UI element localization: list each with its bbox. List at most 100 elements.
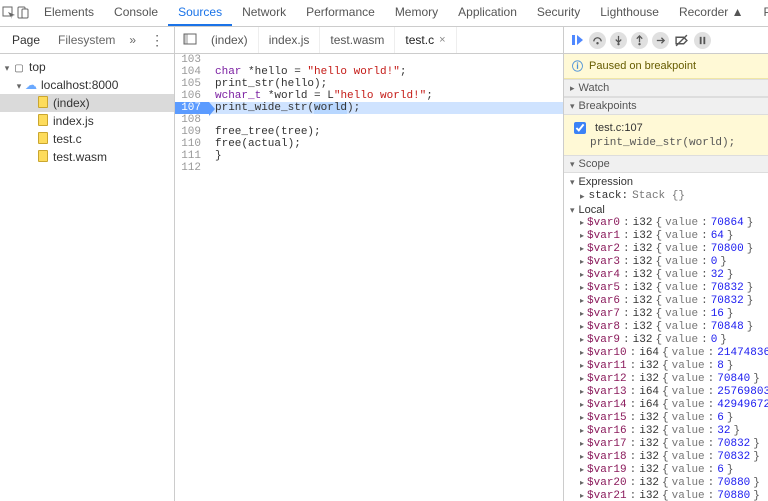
- top-tab-network[interactable]: Network: [232, 0, 296, 26]
- scope-variable[interactable]: $var18: i32 {value: 70832}: [564, 451, 768, 464]
- var-value: 16: [711, 308, 724, 321]
- navigator-menu-icon[interactable]: ⋮: [144, 32, 170, 49]
- scope-variable[interactable]: $var9: i32 {value: 0}: [564, 334, 768, 347]
- scope-variable[interactable]: $var20: i32 {value: 70880}: [564, 477, 768, 490]
- scope-variable[interactable]: $var0: i32 {value: 70864}: [564, 217, 768, 230]
- top-tab-sources[interactable]: Sources: [168, 0, 232, 26]
- scope-variable[interactable]: $var21: i32 {value: 70880}: [564, 490, 768, 501]
- scope-stack[interactable]: stack: Stack {}: [564, 189, 768, 203]
- line-number[interactable]: 109: [175, 126, 209, 138]
- device-icon[interactable]: [16, 1, 30, 25]
- line-number[interactable]: 107: [175, 102, 209, 114]
- code-line[interactable]: 107 print_wide_str(world);: [175, 102, 563, 114]
- scope-variable[interactable]: $var6: i32 {value: 70832}: [564, 295, 768, 308]
- code-line[interactable]: 109 free_tree(tree);: [175, 126, 563, 138]
- scope-local[interactable]: Local: [564, 203, 768, 217]
- chevron-right-icon: [580, 399, 584, 412]
- breakpoint-row[interactable]: test.c:107: [570, 119, 762, 137]
- deactivate-breakpoints-icon[interactable]: [673, 32, 690, 49]
- top-tab-memory[interactable]: Memory: [385, 0, 448, 26]
- code-line[interactable]: 111}: [175, 150, 563, 162]
- source-code[interactable]: 103104 char *hello = "hello world!";105 …: [175, 54, 563, 501]
- scope-section-header[interactable]: Scope: [564, 155, 768, 173]
- step-into-icon[interactable]: [610, 32, 627, 49]
- top-tab-recorder-[interactable]: Recorder ▲: [669, 0, 754, 26]
- tree-file[interactable]: index.js: [0, 112, 174, 130]
- var-type: i32: [639, 438, 659, 451]
- file-tab[interactable]: (index): [201, 27, 259, 53]
- var-value: 0: [711, 334, 718, 347]
- breakpoints-section-header[interactable]: Breakpoints: [564, 97, 768, 115]
- scope-expression[interactable]: Expression: [564, 175, 768, 189]
- line-number[interactable]: 103: [175, 54, 209, 66]
- scope-variable[interactable]: $var17: i32 {value: 70832}: [564, 438, 768, 451]
- scope-variable[interactable]: $var8: i32 {value: 70848}: [564, 321, 768, 334]
- scope-variable[interactable]: $var3: i32 {value: 0}: [564, 256, 768, 269]
- code-line[interactable]: 105 print_str(hello);: [175, 78, 563, 90]
- navigator-tab-filesystem[interactable]: Filesystem: [50, 27, 123, 53]
- var-value: 70880: [717, 490, 750, 501]
- watch-section-header[interactable]: Watch: [564, 79, 768, 97]
- file-tab[interactable]: test.wasm: [320, 27, 395, 53]
- pause-exceptions-icon[interactable]: [694, 32, 711, 49]
- scope-variable[interactable]: $var16: i32 {value: 32}: [564, 425, 768, 438]
- scope-variable[interactable]: $var2: i32 {value: 70800}: [564, 243, 768, 256]
- code-line[interactable]: 112: [175, 162, 563, 174]
- top-tab-application[interactable]: Application: [448, 0, 527, 26]
- step-over-icon[interactable]: [589, 32, 606, 49]
- scope-variable[interactable]: $var13: i64 {value: 25769803779n}: [564, 386, 768, 399]
- navigator-tab-page[interactable]: Page: [4, 27, 48, 53]
- code-line[interactable]: 103: [175, 54, 563, 66]
- scope-variable[interactable]: $var7: i32 {value: 16}: [564, 308, 768, 321]
- resume-icon[interactable]: [568, 32, 585, 49]
- top-tab-lighthouse[interactable]: Lighthouse: [590, 0, 669, 26]
- code-line[interactable]: 110 free(actual);: [175, 138, 563, 150]
- file-tab[interactable]: test.c×: [395, 27, 456, 53]
- step-icon[interactable]: [652, 32, 669, 49]
- scope-variable[interactable]: $var19: i32 {value: 6}: [564, 464, 768, 477]
- top-tab-performance[interactable]: Performance: [296, 0, 385, 26]
- var-type: i32: [633, 334, 653, 347]
- line-number[interactable]: 106: [175, 90, 209, 102]
- top-tab-security[interactable]: Security: [527, 0, 590, 26]
- top-tab-performance-ins[interactable]: Performance ins: [754, 0, 768, 26]
- tree-file[interactable]: test.c: [0, 130, 174, 148]
- line-number[interactable]: 104: [175, 66, 209, 78]
- line-number[interactable]: 110: [175, 138, 209, 150]
- scope-variable[interactable]: $var11: i32 {value: 8}: [564, 360, 768, 373]
- toggle-navigator-icon[interactable]: [179, 32, 201, 49]
- scope-variable[interactable]: $var14: i64 {value: 4294967298n}: [564, 399, 768, 412]
- expression-label: Expression: [579, 176, 633, 188]
- navigator-more-icon[interactable]: »: [125, 33, 140, 47]
- scope-variable[interactable]: $var1: i32 {value: 64}: [564, 230, 768, 243]
- scope-variable[interactable]: $var15: i32 {value: 6}: [564, 412, 768, 425]
- scope-variable[interactable]: $var5: i32 {value: 70832}: [564, 282, 768, 295]
- chevron-right-icon: [580, 438, 584, 451]
- scope-variable[interactable]: $var4: i32 {value: 32}: [564, 269, 768, 282]
- scope-variable[interactable]: $var12: i32 {value: 70840}: [564, 373, 768, 386]
- var-value: 32: [711, 269, 724, 282]
- tree-origin[interactable]: localhost:8000: [0, 76, 174, 94]
- line-number[interactable]: 108: [175, 114, 209, 126]
- step-out-icon[interactable]: [631, 32, 648, 49]
- line-number[interactable]: 111: [175, 150, 209, 162]
- line-number[interactable]: 112: [175, 162, 209, 174]
- top-tab-elements[interactable]: Elements: [34, 0, 104, 26]
- line-number[interactable]: 105: [175, 78, 209, 90]
- tree-file[interactable]: test.wasm: [0, 148, 174, 166]
- var-name: $var4: [587, 269, 620, 282]
- code-line[interactable]: 106 wchar_t *world = L"hello world!";: [175, 90, 563, 102]
- close-icon[interactable]: ×: [439, 34, 445, 46]
- code-line[interactable]: 104 char *hello = "hello world!";: [175, 66, 563, 78]
- var-type: i32: [639, 490, 659, 501]
- chevron-right-icon: [580, 269, 584, 282]
- top-tab-console[interactable]: Console: [104, 0, 168, 26]
- code-line[interactable]: 108: [175, 114, 563, 126]
- inspect-icon[interactable]: [2, 1, 16, 25]
- debugger-toolbar: [564, 27, 768, 54]
- scope-variable[interactable]: $var10: i64 {value: 21474836487n}: [564, 347, 768, 360]
- tree-file[interactable]: (index): [0, 94, 174, 112]
- file-tab[interactable]: index.js: [259, 27, 321, 53]
- tree-root[interactable]: top: [0, 58, 174, 76]
- breakpoint-checkbox[interactable]: [574, 122, 586, 134]
